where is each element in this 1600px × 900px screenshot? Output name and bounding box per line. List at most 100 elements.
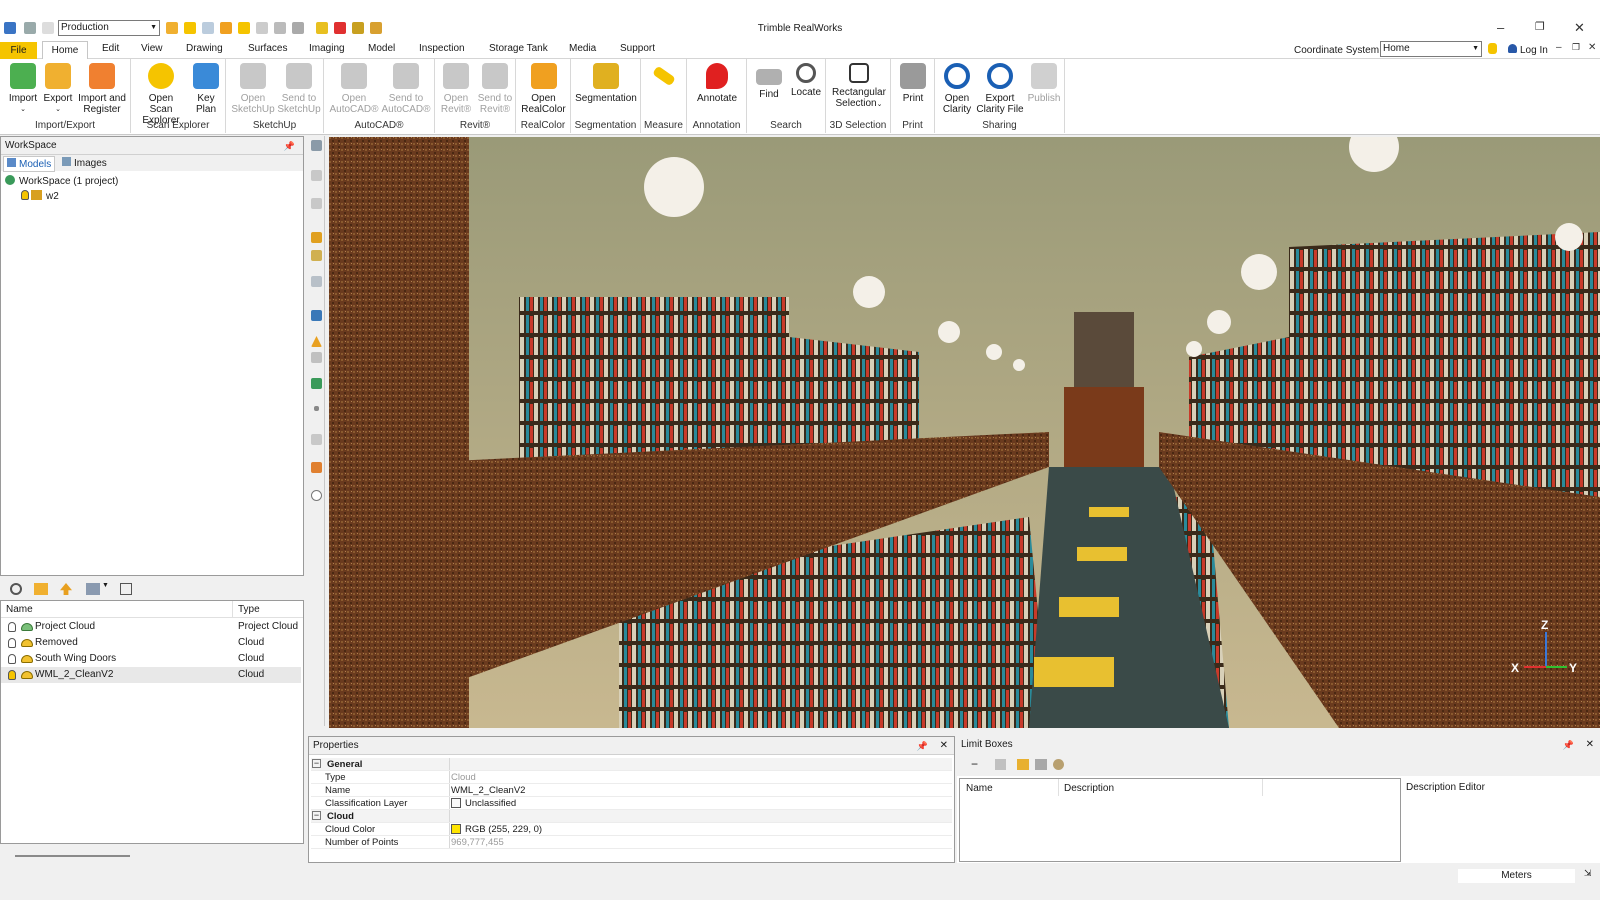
search-icon[interactable] bbox=[10, 583, 22, 595]
examine-icon[interactable] bbox=[311, 250, 322, 261]
horizontal-scrollbar[interactable] bbox=[15, 855, 130, 857]
open-realcolor-button[interactable]: Open RealColor bbox=[519, 63, 568, 115]
export-button[interactable]: Export ⌄ bbox=[41, 63, 75, 115]
tab-file[interactable]: File bbox=[0, 42, 37, 59]
prop-section-general[interactable]: − General bbox=[311, 758, 952, 771]
tab-drawing[interactable]: Drawing bbox=[186, 43, 223, 54]
lightbulb-off-icon[interactable] bbox=[8, 638, 16, 648]
tab-support[interactable]: Support bbox=[620, 43, 655, 54]
close-icon[interactable]: ✕ bbox=[940, 737, 948, 755]
model-row-wml-2-cleanv2[interactable]: WML_2_CleanV2 Cloud bbox=[1, 667, 301, 683]
collapse-icon[interactable]: − bbox=[312, 811, 321, 820]
settings-icon[interactable] bbox=[1053, 759, 1064, 770]
fly-icon[interactable] bbox=[311, 232, 322, 243]
arrow-up-icon[interactable] bbox=[60, 583, 72, 595]
open-scan-explorer-button[interactable]: Open Scan Explorer bbox=[136, 63, 186, 126]
lightbulb-off-icon[interactable] bbox=[8, 654, 16, 664]
render-mode-icon[interactable] bbox=[311, 310, 322, 321]
close-icon[interactable]: ✕ bbox=[1574, 20, 1585, 36]
pin-icon[interactable]: 📌 bbox=[917, 737, 928, 755]
locate-button[interactable]: Locate bbox=[789, 63, 823, 98]
measure-button[interactable] bbox=[649, 63, 679, 87]
tab-home[interactable]: Home bbox=[42, 41, 88, 60]
collapse-icon[interactable]: − bbox=[312, 759, 321, 768]
import-register-button[interactable]: Import and Register bbox=[76, 63, 128, 115]
prop-section-cloud[interactable]: − Cloud bbox=[311, 810, 952, 823]
view-list-icon[interactable] bbox=[86, 583, 100, 595]
ribbon-minimize-icon[interactable]: – bbox=[1556, 42, 1562, 53]
tab-imaging[interactable]: Imaging bbox=[309, 43, 345, 54]
tab-images[interactable]: Images bbox=[59, 156, 110, 170]
model-row-project-cloud[interactable]: Project Cloud Project Cloud bbox=[1, 619, 301, 635]
open-folder-icon[interactable] bbox=[1017, 759, 1029, 770]
publish-button[interactable]: Publish bbox=[1025, 63, 1063, 104]
tab-model[interactable]: Model bbox=[368, 43, 395, 54]
print-button[interactable]: Print bbox=[897, 63, 929, 104]
views-icon[interactable] bbox=[311, 276, 322, 287]
model-row-south-wing-doors[interactable]: South Wing Doors Cloud bbox=[1, 651, 301, 667]
ribbon-close-icon[interactable]: ✕ bbox=[1588, 42, 1596, 53]
tree-item-workspace[interactable]: WorkSpace (1 project) bbox=[5, 175, 118, 187]
rotate-icon[interactable] bbox=[311, 170, 322, 181]
point-size-icon[interactable] bbox=[314, 406, 319, 411]
find-button[interactable]: Find bbox=[753, 63, 785, 100]
open-autocad-button[interactable]: Open AutoCAD® bbox=[328, 63, 380, 115]
tab-inspection[interactable]: Inspection bbox=[419, 43, 465, 54]
layers-icon[interactable] bbox=[311, 352, 322, 363]
export-clarity-button[interactable]: Export Clarity File bbox=[975, 63, 1025, 115]
tab-media[interactable]: Media bbox=[569, 43, 596, 54]
key-plan-button[interactable]: Key Plan bbox=[189, 63, 223, 115]
tab-edit[interactable]: Edit bbox=[102, 43, 119, 54]
tab-view[interactable]: View bbox=[141, 43, 163, 54]
send-to-revit-button[interactable]: Send to Revit® bbox=[475, 63, 515, 115]
prop-row-classification[interactable]: Classification Layer Unclassified bbox=[311, 797, 952, 810]
open-sketchup-button[interactable]: Open SketchUp bbox=[230, 63, 276, 115]
maximize-icon[interactable]: ❐ bbox=[1535, 20, 1545, 33]
prop-row-cloud-color[interactable]: Cloud Color RGB (255, 229, 0) bbox=[311, 823, 952, 836]
close-icon[interactable]: ✕ bbox=[1586, 736, 1594, 754]
prop-value[interactable]: WML_2_CleanV2 bbox=[451, 785, 525, 796]
send-to-sketchup-button[interactable]: Send to SketchUp bbox=[276, 63, 322, 115]
model-row-removed[interactable]: Removed Cloud bbox=[1, 635, 301, 651]
tree-item-project[interactable]: w2 bbox=[21, 190, 59, 202]
point-cloud-viewport[interactable]: Z X Y bbox=[329, 137, 1600, 728]
login-link[interactable]: Log In bbox=[1508, 44, 1548, 56]
import-button[interactable]: Import ⌄ bbox=[6, 63, 40, 115]
save-folder-icon[interactable] bbox=[1035, 759, 1047, 770]
rectangular-selection-button[interactable]: Rectangular Selection⌄ bbox=[828, 63, 890, 110]
prop-row-name[interactable]: Name WML_2_CleanV2 bbox=[311, 784, 952, 797]
send-to-autocad-button[interactable]: Send to AutoCAD® bbox=[380, 63, 432, 115]
units-display[interactable]: Meters bbox=[1458, 869, 1575, 883]
column-header-name[interactable]: Name bbox=[966, 783, 993, 794]
description-editor[interactable] bbox=[1404, 796, 1598, 862]
warning-icon[interactable] bbox=[311, 336, 322, 347]
column-header-name[interactable]: Name bbox=[6, 604, 33, 615]
limit-box-icon[interactable] bbox=[995, 759, 1006, 770]
prop-value[interactable]: Unclassified bbox=[465, 798, 516, 809]
pan-icon[interactable] bbox=[311, 198, 322, 209]
chevron-down-icon[interactable]: ▼ bbox=[102, 582, 109, 589]
remove-icon[interactable]: − bbox=[971, 757, 978, 771]
color-ramp-icon[interactable] bbox=[311, 378, 322, 389]
lightbulb-on-icon[interactable] bbox=[8, 670, 16, 680]
lightbulb-off-icon[interactable] bbox=[8, 622, 16, 632]
cloud-color-swatch[interactable] bbox=[451, 824, 461, 834]
tab-storage-tank[interactable]: Storage Tank bbox=[489, 43, 548, 54]
segmentation-button[interactable]: Segmentation bbox=[573, 63, 639, 104]
tab-surfaces[interactable]: Surfaces bbox=[248, 43, 287, 54]
pin-icon[interactable]: 📌 bbox=[284, 137, 295, 155]
open-revit-button[interactable]: Open Revit® bbox=[437, 63, 475, 115]
viewpoint-icon[interactable] bbox=[311, 140, 322, 151]
resize-grip-icon[interactable]: ⇲ bbox=[1584, 868, 1592, 879]
properties-icon[interactable] bbox=[120, 583, 132, 595]
column-header-type[interactable]: Type bbox=[238, 604, 260, 615]
prop-value[interactable]: RGB (255, 229, 0) bbox=[465, 824, 542, 835]
open-clarity-button[interactable]: Open Clarity bbox=[939, 63, 975, 115]
annotate-button[interactable]: Annotate bbox=[691, 63, 743, 104]
pin-icon[interactable]: 📌 bbox=[1563, 736, 1574, 754]
photo-icon[interactable] bbox=[311, 462, 322, 473]
cloud-filter-icon[interactable] bbox=[311, 434, 322, 445]
help-icon[interactable] bbox=[1488, 43, 1497, 54]
coordinate-system-select[interactable]: Home ▼ bbox=[1380, 41, 1482, 57]
minimize-icon[interactable]: – bbox=[1497, 20, 1504, 35]
